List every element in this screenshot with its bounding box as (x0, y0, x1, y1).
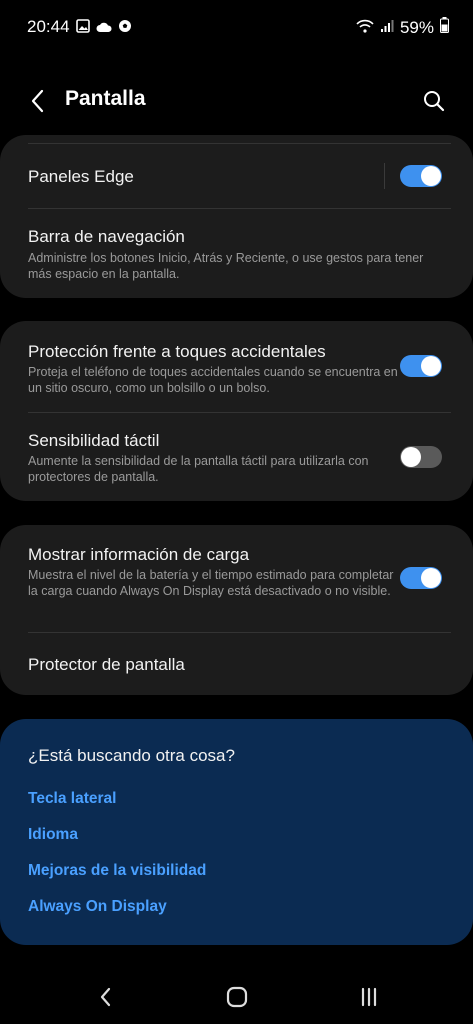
nav-home-button[interactable] (222, 984, 252, 1010)
toggle-knob (421, 568, 441, 588)
link-mejoras-visibilidad[interactable]: Mejoras de la visibilidad (28, 862, 206, 880)
paneles-edge-toggle[interactable] (400, 165, 442, 187)
status-bar: 20:44 59% (0, 0, 473, 56)
recents-icon (361, 987, 377, 1007)
settings-card-1: Paneles Edge Barra de navegación Adminis… (0, 135, 473, 298)
status-time: 20:44 (27, 17, 70, 36)
link-tecla-lateral[interactable]: Tecla lateral (28, 790, 116, 808)
back-button[interactable] (22, 86, 52, 116)
row-subtitle: Muestra el nivel de la batería y el tiem… (28, 568, 394, 598)
row-subtitle: Proteja el teléfono de toques accidental… (28, 365, 398, 395)
nav-recents-button[interactable] (354, 984, 384, 1010)
cloud-icon (96, 20, 112, 38)
home-icon (226, 986, 248, 1008)
proteccion-toques-toggle[interactable] (400, 355, 442, 377)
row-title: Barra de navegación (28, 227, 185, 246)
row-title: Protección frente a toques accidentales (28, 342, 326, 361)
row-subtitle: Administre los botones Inicio, Atrás y R… (28, 251, 424, 281)
link-always-on-display[interactable]: Always On Display (28, 898, 167, 916)
nav-back-button[interactable] (90, 984, 120, 1010)
signal-icon (380, 18, 394, 38)
image-icon (76, 19, 90, 38)
separator (384, 163, 385, 189)
status-right: 59% (356, 17, 449, 38)
toggle-knob (421, 356, 441, 376)
row-title: Protector de pantalla (28, 655, 185, 674)
wifi-icon (356, 18, 374, 38)
chevron-left-icon (100, 987, 111, 1007)
search-icon (424, 91, 445, 112)
settings-card-2: Protección frente a toques accidentales … (0, 321, 473, 501)
status-notification-icons (76, 19, 132, 38)
suggestions-title: ¿Está buscando otra cosa? (28, 746, 235, 765)
page-title: Pantalla (65, 87, 146, 110)
system-nav-bar (0, 970, 473, 1024)
suggestions-card: ¿Está buscando otra cosa? Tecla lateral … (0, 719, 473, 945)
row-protector-pantalla[interactable]: Protector de pantalla (0, 633, 473, 695)
row-title: Paneles Edge (28, 167, 134, 186)
link-idioma[interactable]: Idioma (28, 826, 78, 844)
row-barra-navegacion[interactable]: Barra de navegación Administre los boton… (0, 209, 473, 298)
app-header: Pantalla (0, 72, 473, 128)
battery-percent: 59% (399, 17, 434, 37)
toggle-knob (421, 166, 441, 186)
info-carga-toggle[interactable] (400, 567, 442, 589)
toggle-knob (401, 447, 421, 467)
sensibilidad-tactil-toggle[interactable] (400, 446, 442, 468)
row-title: Mostrar información de carga (28, 545, 250, 564)
soccer-ball-icon (118, 19, 132, 38)
row-subtitle: Aumente la sensibilidad de la pantalla t… (28, 454, 369, 484)
chevron-left-icon (31, 89, 44, 113)
battery-icon (440, 17, 449, 38)
row-paneles-edge[interactable]: Paneles Edge (0, 144, 473, 208)
search-button[interactable] (419, 86, 449, 116)
row-title: Sensibilidad táctil (28, 431, 160, 450)
row-proteccion-toques[interactable]: Protección frente a toques accidentales … (0, 321, 473, 412)
row-sensibilidad-tactil[interactable]: Sensibilidad táctil Aumente la sensibili… (0, 413, 473, 501)
settings-card-3: Mostrar información de carga Muestra el … (0, 525, 473, 695)
row-info-carga[interactable]: Mostrar información de carga Muestra el … (0, 525, 473, 632)
